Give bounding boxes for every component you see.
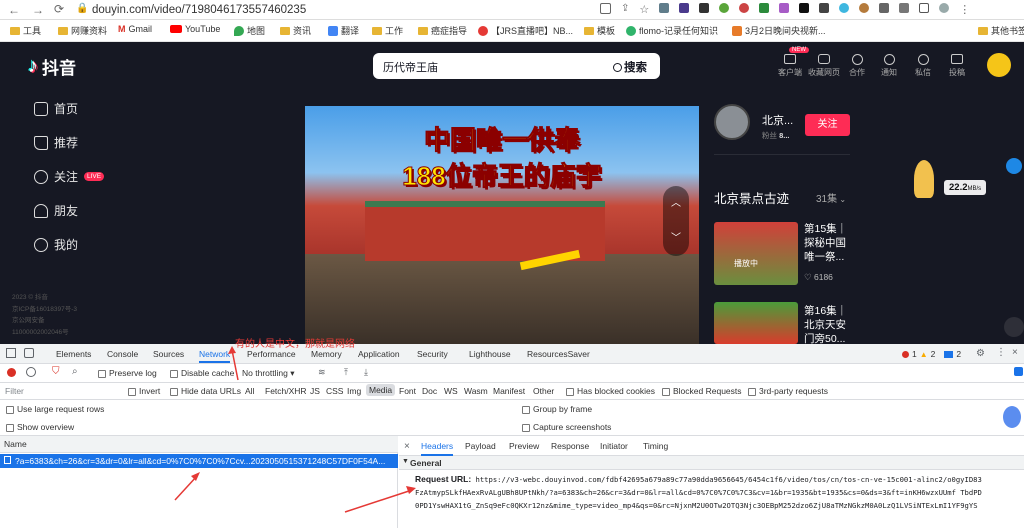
annotation-arrowhead: [191, 472, 200, 481]
annotation-arrowhead: [228, 346, 236, 354]
annotation-arrow: [344, 489, 413, 513]
annotation-arrow: [231, 349, 239, 381]
annotation-arrowhead: [406, 486, 416, 494]
annotation-arrow: [174, 475, 198, 501]
annotation-arrows: [174, 346, 416, 513]
